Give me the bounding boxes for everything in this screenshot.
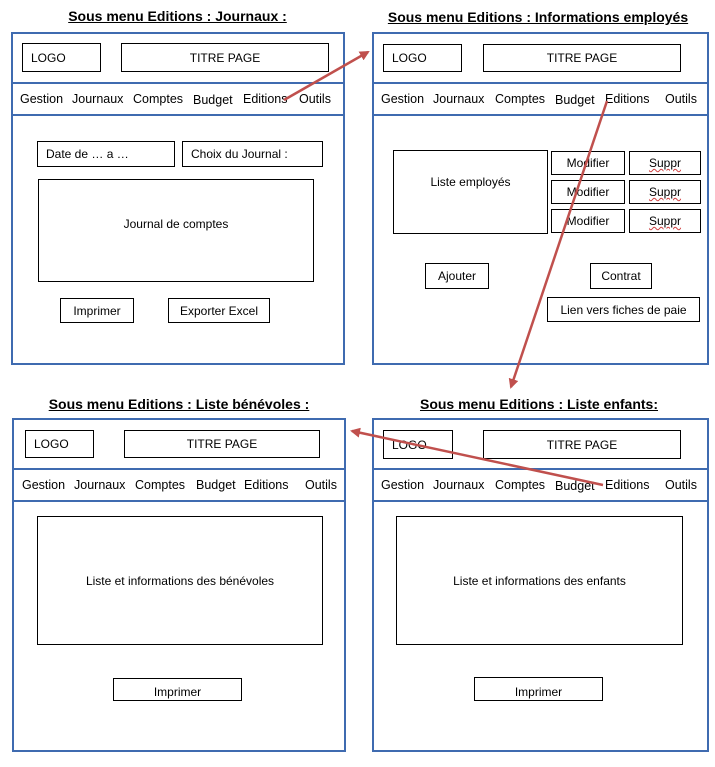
nav-item-comptes[interactable]: Comptes [133, 92, 183, 106]
date-range-field[interactable]: Date de … a … [37, 141, 175, 167]
print-button[interactable]: Imprimer [60, 298, 134, 323]
nav-bar: Gestion Journaux Comptes Budget Editions… [14, 472, 344, 500]
nav-bar: Gestion Journaux Comptes Budget Editions… [374, 86, 707, 114]
modify-button[interactable]: Modifier [551, 209, 625, 233]
print-button[interactable]: Imprimer [113, 678, 242, 701]
print-button[interactable]: Imprimer [474, 677, 603, 701]
add-button[interactable]: Ajouter [425, 263, 489, 289]
nav-separator [374, 500, 707, 502]
nav-separator [13, 114, 343, 116]
nav-item-comptes[interactable]: Comptes [135, 478, 185, 492]
nav-item-budget[interactable]: Budget [555, 93, 595, 107]
wireframe-benevoles: LOGO TITRE PAGE Gestion Journaux Comptes… [12, 418, 346, 752]
page-title: TITRE PAGE [121, 43, 329, 72]
nav-item-editions[interactable]: Editions [244, 478, 288, 492]
contract-button[interactable]: Contrat [590, 263, 652, 289]
heading-enfants: Sous menu Editions : Liste enfants: [419, 396, 659, 412]
header-separator [14, 468, 344, 470]
wireframe-enfants: LOGO TITRE PAGE Gestion Journaux Comptes… [372, 418, 709, 752]
nav-bar: Gestion Journaux Comptes Budget Editions… [374, 472, 707, 500]
nav-item-gestion[interactable]: Gestion [381, 478, 424, 492]
nav-bar: Gestion Journaux Comptes Budget Editions… [13, 86, 343, 114]
nav-separator [14, 500, 344, 502]
page-title: TITRE PAGE [124, 430, 320, 458]
delete-label: Suppr [648, 185, 682, 199]
nav-item-gestion[interactable]: Gestion [20, 92, 63, 106]
delete-button[interactable]: Suppr [629, 151, 701, 175]
heading-journaux: Sous menu Editions : Journaux : [68, 8, 287, 24]
heading-benevoles: Sous menu Editions : Liste bénévoles : [48, 396, 310, 412]
logo: LOGO [25, 430, 94, 458]
header-separator [374, 82, 707, 84]
page-title: TITRE PAGE [483, 430, 681, 459]
wireframe-employes: LOGO TITRE PAGE Gestion Journaux Comptes… [372, 32, 709, 365]
export-excel-button[interactable]: Exporter Excel [168, 298, 270, 323]
nav-item-outils[interactable]: Outils [305, 478, 337, 492]
nav-item-gestion[interactable]: Gestion [22, 478, 65, 492]
header-separator [374, 468, 707, 470]
payslip-link-button[interactable]: Lien vers fiches de paie [547, 297, 700, 322]
header-separator [13, 82, 343, 84]
nav-item-editions[interactable]: Editions [605, 92, 649, 106]
nav-item-journaux[interactable]: Journaux [433, 478, 484, 492]
nav-item-budget[interactable]: Budget [193, 93, 233, 107]
nav-item-editions[interactable]: Editions [243, 92, 287, 106]
nav-item-outils[interactable]: Outils [299, 92, 331, 106]
modify-button[interactable]: Modifier [551, 180, 625, 204]
nav-item-outils[interactable]: Outils [665, 478, 697, 492]
heading-employes: Sous menu Editions : Informations employ… [387, 9, 689, 25]
delete-button[interactable]: Suppr [629, 180, 701, 204]
employee-list-box: Liste employés [393, 150, 548, 234]
nav-item-journaux[interactable]: Journaux [74, 478, 125, 492]
wireframe-journaux: LOGO TITRE PAGE Gestion Journaux Comptes… [11, 32, 345, 365]
volunteer-list-box: Liste et informations des bénévoles [37, 516, 323, 645]
nav-item-journaux[interactable]: Journaux [433, 92, 484, 106]
delete-button[interactable]: Suppr [629, 209, 701, 233]
modify-button[interactable]: Modifier [551, 151, 625, 175]
delete-label: Suppr [648, 156, 682, 170]
nav-separator [374, 114, 707, 116]
children-list-box: Liste et informations des enfants [396, 516, 683, 645]
logo: LOGO [383, 430, 453, 459]
journal-select[interactable]: Choix du Journal : [182, 141, 323, 167]
page-title: TITRE PAGE [483, 44, 681, 72]
nav-item-comptes[interactable]: Comptes [495, 92, 545, 106]
logo: LOGO [22, 43, 101, 72]
nav-item-gestion[interactable]: Gestion [381, 92, 424, 106]
nav-item-outils[interactable]: Outils [665, 92, 697, 106]
nav-item-comptes[interactable]: Comptes [495, 478, 545, 492]
nav-item-budget[interactable]: Budget [196, 478, 236, 492]
journal-box: Journal de comptes [38, 179, 314, 282]
delete-label: Suppr [648, 214, 682, 228]
nav-item-editions[interactable]: Editions [605, 478, 649, 492]
nav-item-journaux[interactable]: Journaux [72, 92, 123, 106]
nav-item-budget[interactable]: Budget [555, 479, 595, 493]
logo: LOGO [383, 44, 462, 72]
